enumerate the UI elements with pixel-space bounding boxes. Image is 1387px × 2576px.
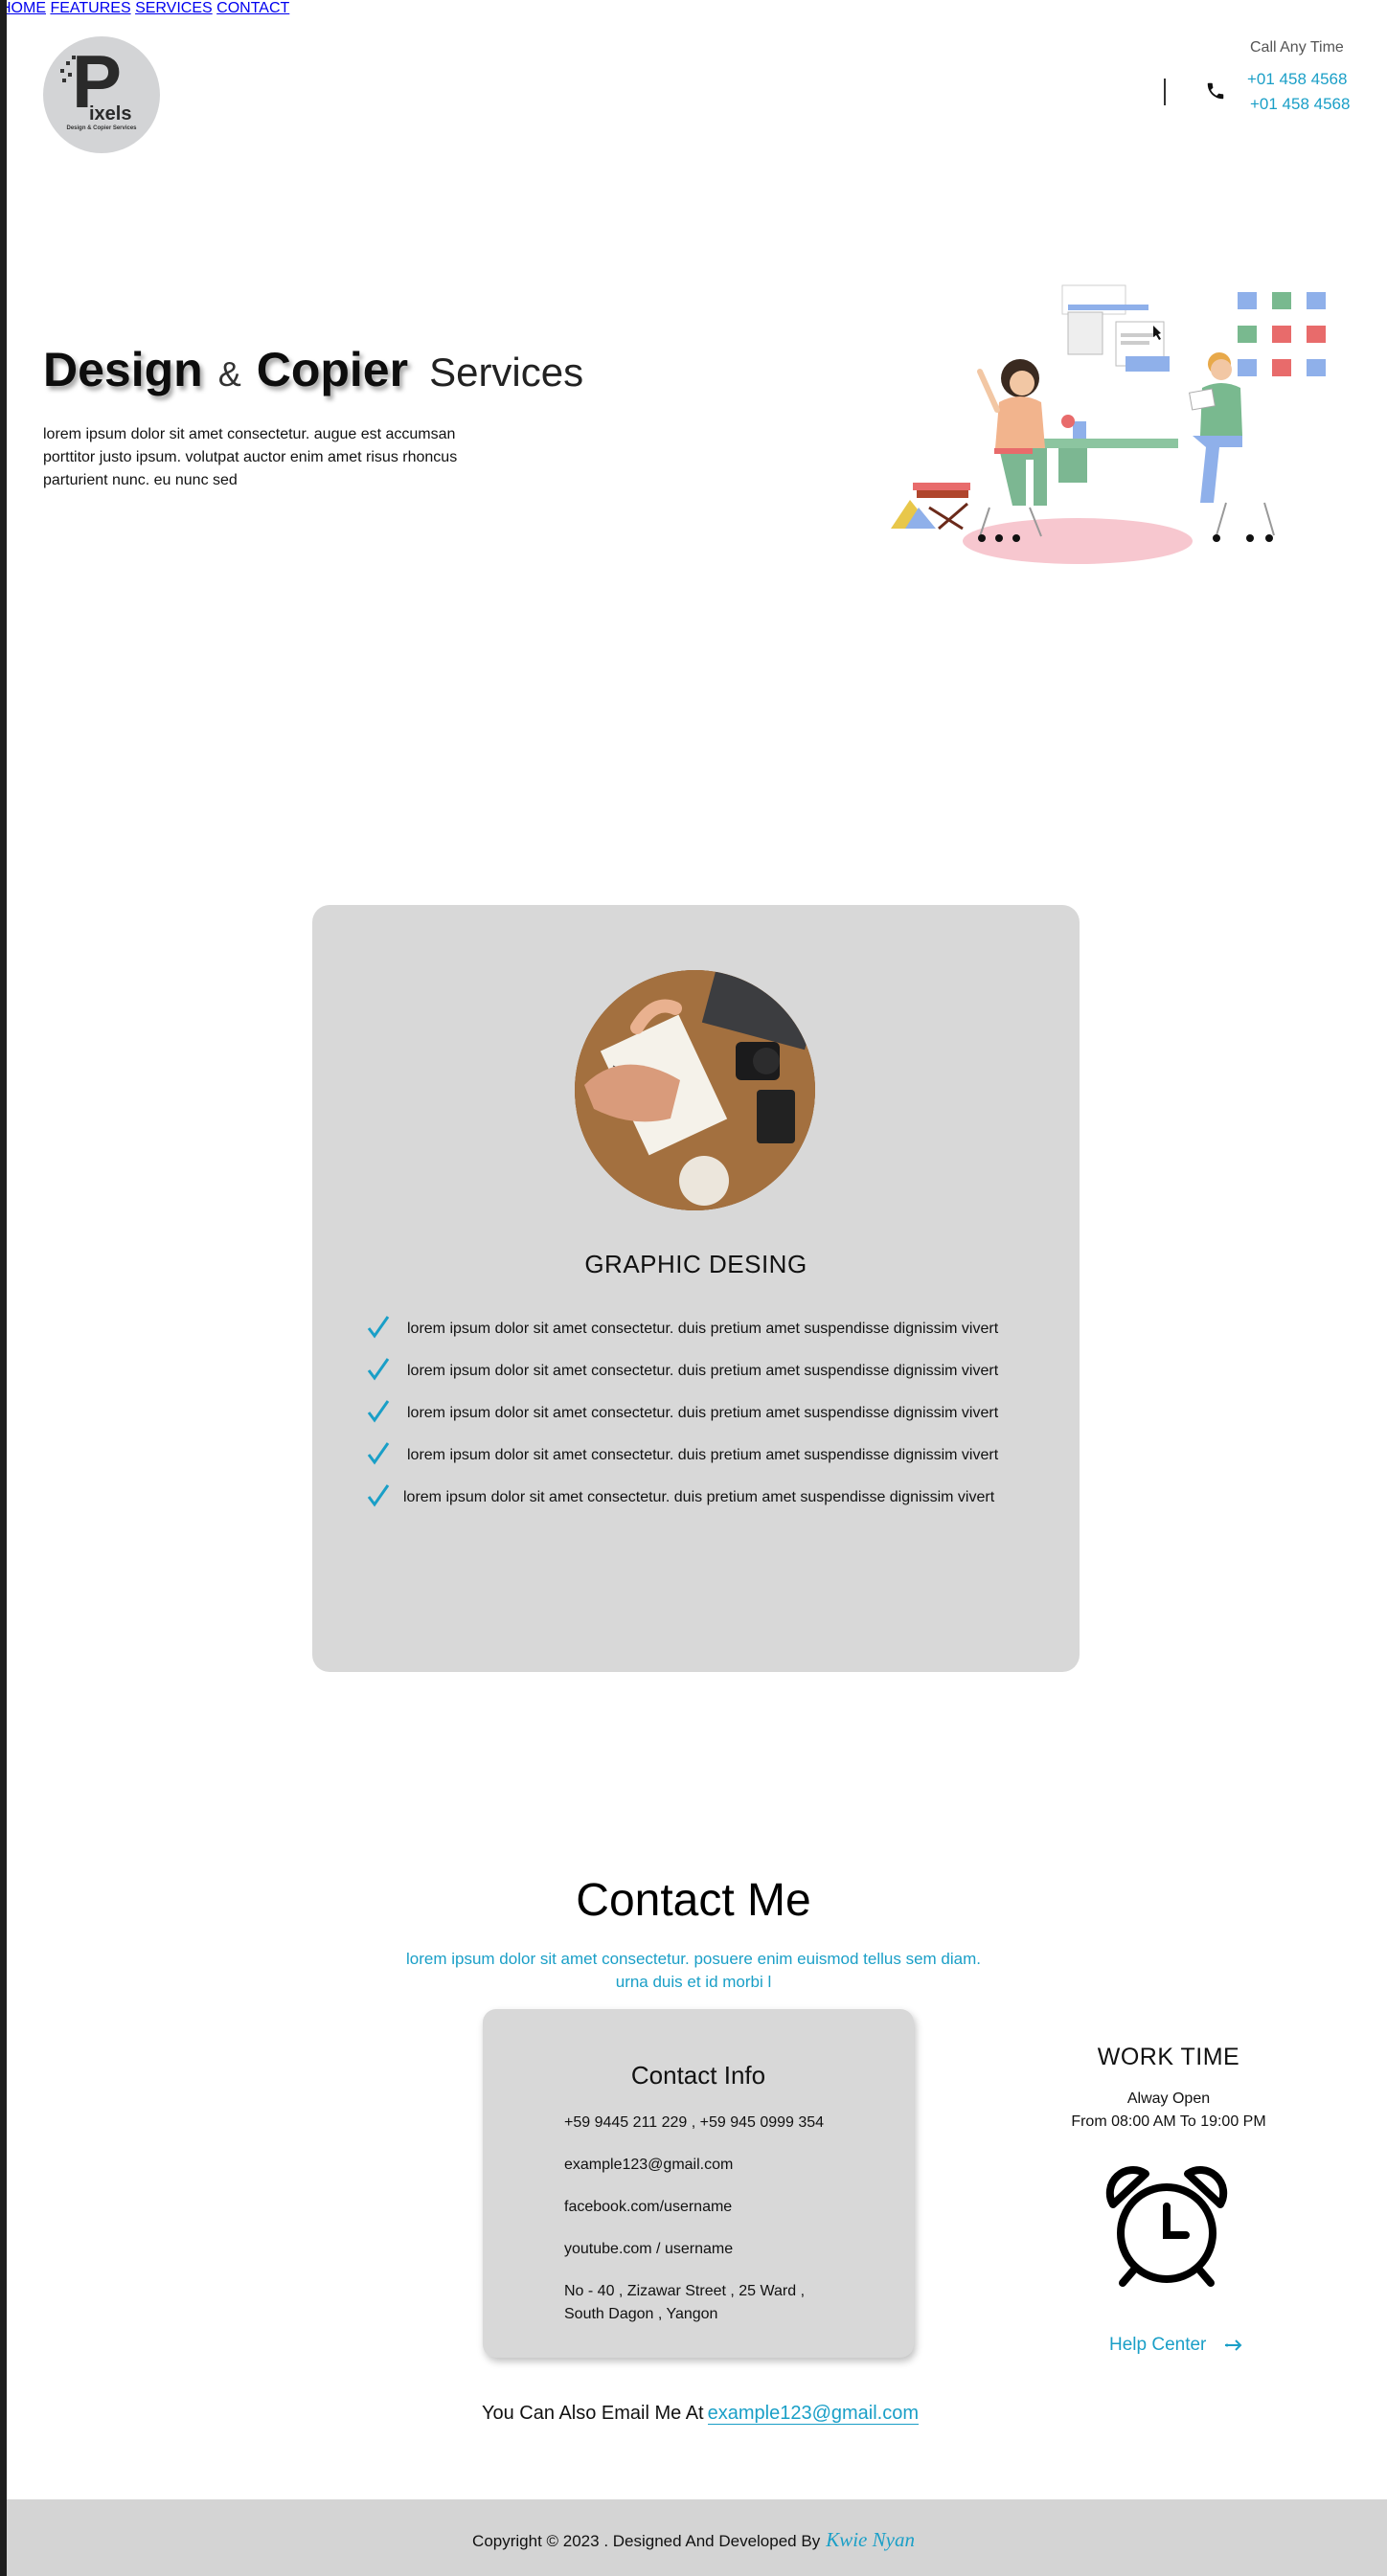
- check-icon: [367, 1400, 390, 1423]
- contact-phones: +59 9445 211 229 , +59 945 0999 354: [564, 2114, 825, 2131]
- service-photo: [575, 970, 815, 1210]
- footer-author[interactable]: Kwie Nyan: [826, 2528, 915, 2551]
- email-prompt: You Can Also Email Me At example123@gmail…: [482, 2400, 920, 2427]
- email-prompt-text: You Can Also Email Me At: [482, 2403, 704, 2424]
- hero-title-copier: Copier: [256, 343, 409, 396]
- work-time-title: WORK TIME: [1097, 2044, 1240, 2070]
- nav-features[interactable]: FEATURES: [50, 0, 130, 16]
- feature-item: lorem ipsum dolor sit amet consectetur. …: [367, 1399, 1037, 1428]
- hero-illustration: [891, 284, 1326, 564]
- nav-home[interactable]: HOME: [0, 0, 46, 16]
- feature-text: lorem ipsum dolor sit amet consectetur. …: [407, 1321, 999, 1337]
- check-icon: [367, 1358, 390, 1381]
- arrow-right-icon[interactable]: [1224, 2339, 1243, 2351]
- contact-facebook[interactable]: facebook.com/username: [564, 2196, 732, 2219]
- feature-text: lorem ipsum dolor sit amet consectetur. …: [407, 1363, 999, 1379]
- feature-item: lorem ipsum dolor sit amet consectetur. …: [367, 1315, 1037, 1344]
- hero-title-design: Design: [43, 343, 203, 396]
- hero-title-amp: &: [217, 354, 241, 394]
- work-status: Alway Open: [1126, 2090, 1211, 2107]
- hero-description: lorem ipsum dolor sit amet consectetur. …: [43, 426, 458, 488]
- logo[interactable]: P ixels Design & Copier Services: [43, 36, 160, 153]
- nav-divider: [1164, 79, 1166, 105]
- check-icon: [367, 1442, 390, 1465]
- phone-number-2[interactable]: +01 458 4568: [1250, 94, 1350, 115]
- check-icon: [367, 1484, 390, 1507]
- footer-copyright: Copyright © 2023 . Designed And Develope…: [0, 2528, 1387, 2553]
- contact-email[interactable]: example123@gmail.com: [564, 2154, 733, 2177]
- footer-copyright-text: Copyright © 2023 . Designed And Develope…: [472, 2532, 821, 2550]
- nav-contact[interactable]: CONTACT: [216, 0, 289, 16]
- email-link[interactable]: example123@gmail.com: [707, 2403, 920, 2425]
- main-nav: HOME FEATURES SERVICES CONTACT: [0, 0, 1387, 17]
- feature-text: lorem ipsum dolor sit amet consectetur. …: [407, 1405, 999, 1421]
- check-icon: [367, 1316, 390, 1339]
- logo-tagline: Design & Copier Services: [66, 125, 137, 131]
- call-any-time-label: Call Any Time: [1250, 39, 1344, 56]
- logo-name: ixels: [89, 103, 132, 124]
- service-title: GRAPHIC DESING: [584, 1250, 807, 1278]
- feature-item: lorem ipsum dolor sit amet consectetur. …: [367, 1357, 1037, 1386]
- contact-address-line-1: No - 40 , Zizawar Street , 25 Ward ,: [564, 2283, 806, 2299]
- sticky-notes: [1238, 292, 1326, 376]
- phone-number-1[interactable]: +01 458 4568: [1247, 69, 1347, 90]
- phone-icon: [1207, 82, 1224, 100]
- feature-item: lorem ipsum dolor sit amet consectetur. …: [367, 1441, 1037, 1470]
- alarm-clock-icon: [1105, 2166, 1228, 2287]
- nav-services[interactable]: SERVICES: [135, 0, 213, 16]
- help-center-link[interactable]: Help Center: [1109, 2333, 1206, 2358]
- feature-text: lorem ipsum dolor sit amet consectetur. …: [407, 1447, 999, 1463]
- left-edge-bar: [0, 0, 7, 2576]
- work-hours: From 08:00 AM To 19:00 PM: [1071, 2113, 1266, 2130]
- feature-item: lorem ipsum dolor sit amet consectetur. …: [367, 1483, 1037, 1512]
- contact-title: Contact Me: [576, 1875, 811, 1926]
- contact-info-title: Contact Info: [630, 2061, 766, 2090]
- contact-youtube[interactable]: youtube.com / username: [564, 2238, 733, 2261]
- hero-title-services: Services: [429, 350, 584, 395]
- feature-text: lorem ipsum dolor sit amet consectetur. …: [403, 1489, 995, 1505]
- hero-title: Design & Copier Services: [43, 341, 583, 403]
- contact-subtitle: lorem ipsum dolor sit amet consectetur. …: [406, 1950, 981, 1991]
- contact-address-line-2: South Dagon , Yangon: [564, 2306, 718, 2322]
